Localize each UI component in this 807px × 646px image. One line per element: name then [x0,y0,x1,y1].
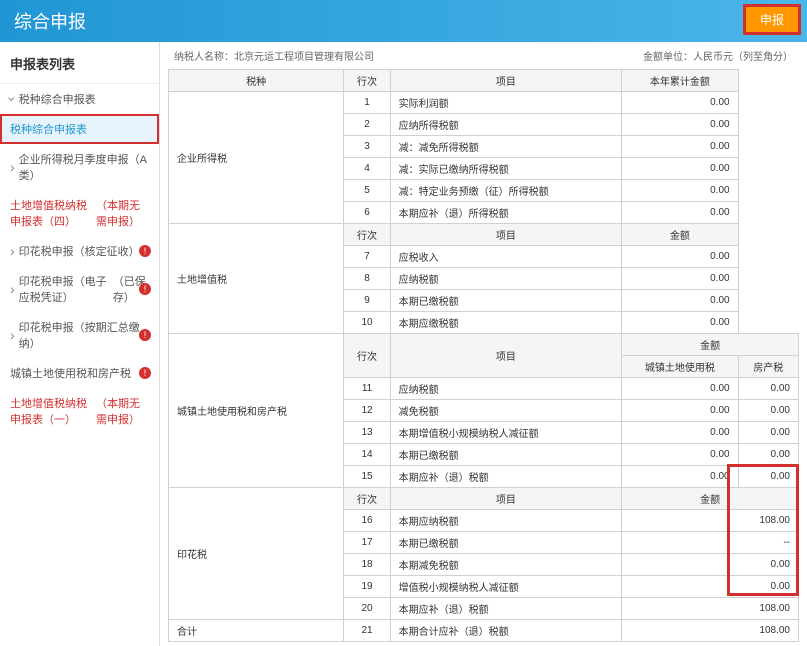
sidebar-item-1[interactable]: 企业所得税月季度申报（A类） [0,144,159,190]
sidebar-group[interactable]: 税种综合申报表 [0,84,159,114]
sidebar-item-2[interactable]: 土地增值税纳税申报表（四）（本期无需申报） [0,190,159,236]
page-header: 综合申报 申报 [0,0,807,42]
alert-badge: ! [139,245,151,257]
top-info: 纳税人名称：北京元运工程项目管理有限公司 金额单位：人民币元（列至角分） [168,46,799,69]
sidebar-item-3[interactable]: 印花税申报（核定征收）! [0,236,159,266]
sidebar-item-7[interactable]: 土地增值税纳税申报表（一）（本期无需申报） [0,388,159,434]
page-title: 综合申报 [14,12,86,32]
alert-badge: ! [139,329,151,341]
sidebar-title: 申报表列表 [0,48,159,84]
sidebar: 申报表列表 税种综合申报表 税种综合申报表企业所得税月季度申报（A类）土地增值税… [0,42,160,646]
alert-badge: ! [139,283,151,295]
declaration-table: 税种行次项目本年累计金额企业所得税1实际利润额0.002应纳所得税额0.003减… [168,69,799,642]
submit-button[interactable]: 申报 [743,4,801,35]
sidebar-item-4[interactable]: 印花税申报（电子应税凭证）（已保存）! [0,266,159,312]
sidebar-item-0[interactable]: 税种综合申报表 [0,114,159,144]
sidebar-item-6[interactable]: 城镇土地使用税和房产税! [0,358,159,388]
sidebar-item-5[interactable]: 印花税申报（按期汇总缴纳）! [0,312,159,358]
alert-badge: ! [139,367,151,379]
